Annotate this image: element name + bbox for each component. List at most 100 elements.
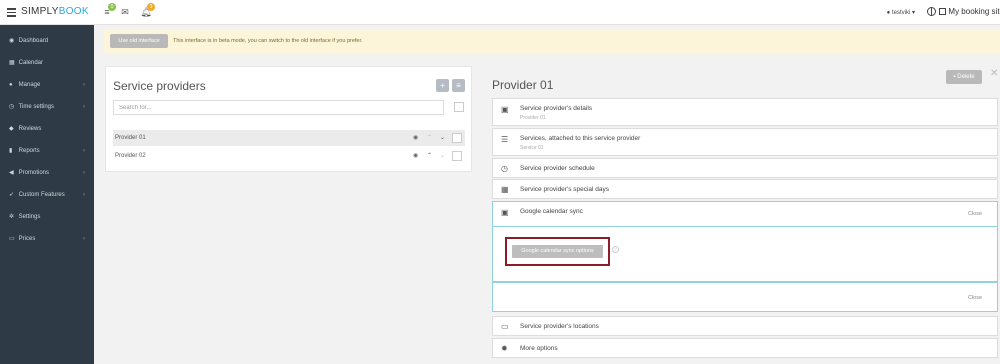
section-provider-details[interactable]: ▣ Service provider's details Provider 01 bbox=[492, 98, 998, 126]
sidebar-item-label: Settings bbox=[18, 214, 41, 220]
clock-icon: ◷ bbox=[9, 104, 15, 110]
money-icon: ▭ bbox=[9, 236, 15, 242]
sidebar-item-calendar[interactable]: ▦ Calendar bbox=[0, 53, 94, 73]
delete-button[interactable]: ▪ Delete bbox=[946, 70, 982, 84]
sidebar-item-label: Custom Features bbox=[18, 192, 65, 198]
top-bar: SIMPLYBOOK ≡ 0 ✉ 🔔︎ 3 ● testviki ▾ My bo… bbox=[0, 0, 1000, 25]
calendar-icon: ▦ bbox=[501, 185, 509, 194]
close-link[interactable]: Close bbox=[968, 211, 982, 217]
clock-icon: ◷ bbox=[501, 164, 508, 173]
sidebar-item-reports[interactable]: ▮ Reports ‹ bbox=[0, 141, 94, 161]
comments-icon: ◆ bbox=[9, 126, 14, 132]
search-input[interactable] bbox=[113, 100, 444, 115]
section-sublabel: Provider 01 bbox=[520, 115, 546, 121]
logo[interactable]: SIMPLYBOOK bbox=[21, 6, 89, 17]
section-provider-schedule[interactable]: ◷ Service provider schedule bbox=[492, 158, 998, 178]
image-icon: ▣ bbox=[501, 105, 509, 114]
beta-notice: Use old interface This interface is in b… bbox=[104, 30, 1000, 54]
image-icon: ▣ bbox=[501, 208, 509, 217]
provider-name: Provider 02 bbox=[115, 153, 146, 159]
section-label: Service provider's details bbox=[520, 105, 593, 112]
sidebar-item-label: Calendar bbox=[18, 60, 44, 66]
provider-name: Provider 01 bbox=[115, 135, 146, 141]
sidebar-item-label: Promotions bbox=[18, 170, 50, 176]
chevron-icon: ‹ bbox=[83, 148, 85, 154]
chevron-icon: ‹ bbox=[83, 170, 85, 176]
logo-text-simply: SIMPLY bbox=[21, 6, 59, 17]
section-more-options[interactable]: ✹ More options bbox=[492, 338, 998, 358]
sidebar-item-prices[interactable]: ▭ Prices ‹ bbox=[0, 229, 94, 249]
section-google-calendar-sync[interactable]: ▣ Google calendar sync Close bbox=[492, 201, 998, 227]
gears-icon: ✲ bbox=[9, 214, 15, 220]
chevron-down-icon[interactable]: ⌄ bbox=[440, 148, 445, 164]
chevron-icon: ‹ bbox=[83, 82, 85, 88]
sidebar-item-label: Dashboard bbox=[18, 38, 49, 44]
section-sublabel: Service 01 bbox=[520, 145, 544, 151]
section-provider-locations[interactable]: ▭ Service provider's locations bbox=[492, 316, 998, 336]
sidebar: ◉ Dashboard ▦ Calendar ● Manage ‹ ◷ Time … bbox=[0, 25, 94, 364]
my-booking-site-link[interactable]: My booking site bbox=[939, 7, 1000, 16]
globe-icon[interactable] bbox=[927, 7, 936, 16]
eye-icon[interactable]: ◉ bbox=[413, 130, 418, 146]
logo-text-book: BOOK bbox=[58, 6, 89, 17]
folder-icon: ▭ bbox=[501, 322, 509, 331]
rocket-icon: ➶ bbox=[9, 192, 15, 198]
section-label: Google calendar sync bbox=[520, 208, 583, 215]
bell-icon[interactable]: 🔔︎ 3 bbox=[140, 3, 155, 18]
site-label: My booking site bbox=[948, 7, 1000, 16]
sidebar-item-time-settings[interactable]: ◷ Time settings ‹ bbox=[0, 97, 94, 117]
sidebar-item-reviews[interactable]: ◆ Reviews bbox=[0, 119, 94, 139]
tasks-icon[interactable]: ≡ 0 bbox=[101, 3, 116, 18]
sidebar-item-promotions[interactable]: ◀ Promotions ‹ bbox=[0, 163, 94, 183]
bullhorn-icon: ◀ bbox=[9, 170, 14, 176]
user-menu[interactable]: ● testviki ▾ bbox=[887, 9, 915, 16]
sidebar-item-manage[interactable]: ● Manage ‹ bbox=[0, 75, 94, 95]
add-provider-button[interactable]: + bbox=[436, 79, 449, 92]
chevron-down-icon[interactable]: ⌄ bbox=[440, 130, 445, 146]
caret-down-icon: ▾ bbox=[911, 10, 915, 16]
chevron-up-icon[interactable]: ⌃ bbox=[427, 148, 432, 164]
sidebar-item-label: Time settings bbox=[18, 104, 55, 110]
section-special-days[interactable]: ▦ Service provider's special days bbox=[492, 179, 998, 199]
dashboard-icon: ◉ bbox=[9, 38, 15, 44]
use-old-interface-button[interactable]: Use old interface bbox=[110, 34, 168, 48]
calendar-icon: ▦ bbox=[9, 60, 15, 66]
google-calendar-sync-options-button[interactable]: Google calendar sync options bbox=[512, 245, 603, 258]
chevron-icon: ‹ bbox=[83, 236, 85, 242]
sidebar-item-label: Prices bbox=[18, 236, 36, 242]
section-label: Services, attached to this service provi… bbox=[520, 135, 641, 142]
service-providers-panel: Service providers + ≡ Provider 01 ◉ ⌃ ⌄ … bbox=[105, 66, 472, 172]
row-checkbox[interactable] bbox=[452, 133, 462, 143]
row-checkbox[interactable] bbox=[452, 151, 462, 161]
sidebar-item-label: Reviews bbox=[18, 126, 42, 132]
section-label: Service provider schedule bbox=[520, 165, 595, 172]
google-calendar-sync-footer: Close bbox=[492, 282, 998, 312]
sidebar-item-settings[interactable]: ✲ Settings bbox=[0, 207, 94, 227]
sidebar-item-dashboard[interactable]: ◉ Dashboard bbox=[0, 31, 94, 51]
trash-icon: ▪ bbox=[953, 74, 956, 80]
eye-icon[interactable]: ◉ bbox=[413, 148, 418, 164]
help-icon[interactable]: ? bbox=[612, 246, 619, 253]
section-attached-services[interactable]: ☰ Services, attached to this service pro… bbox=[492, 128, 998, 156]
chevron-icon: ‹ bbox=[83, 104, 85, 110]
notifications-badge: 3 bbox=[147, 3, 155, 11]
calendar-check-icon bbox=[939, 8, 947, 15]
section-label: Service provider's locations bbox=[520, 323, 599, 330]
sidebar-item-custom-features[interactable]: ➶ Custom Features ‹ bbox=[0, 185, 94, 205]
sidebar-item-label: Manage bbox=[18, 82, 41, 88]
select-all-checkbox[interactable] bbox=[454, 102, 464, 112]
provider-row[interactable]: Provider 02 ◉ ⌃ ⌄ bbox=[113, 148, 465, 164]
close-icon[interactable]: ✕ bbox=[990, 68, 998, 79]
provider-detail-title: Provider 01 bbox=[492, 78, 554, 92]
section-label: More options bbox=[520, 345, 558, 352]
beta-notice-text: This interface is in beta mode, you can … bbox=[173, 38, 363, 44]
gear-icon: ✹ bbox=[501, 344, 508, 353]
menu-icon[interactable] bbox=[7, 8, 16, 17]
close-link[interactable]: Close bbox=[968, 295, 982, 301]
mail-icon[interactable]: ✉ bbox=[119, 7, 131, 18]
user-icon: ● bbox=[9, 82, 13, 88]
provider-row[interactable]: Provider 01 ◉ ⌃ ⌄ bbox=[113, 130, 465, 146]
list-view-button[interactable]: ≡ bbox=[452, 79, 465, 92]
chevron-up-icon[interactable]: ⌃ bbox=[427, 130, 432, 146]
delete-label: Delete bbox=[957, 74, 975, 80]
